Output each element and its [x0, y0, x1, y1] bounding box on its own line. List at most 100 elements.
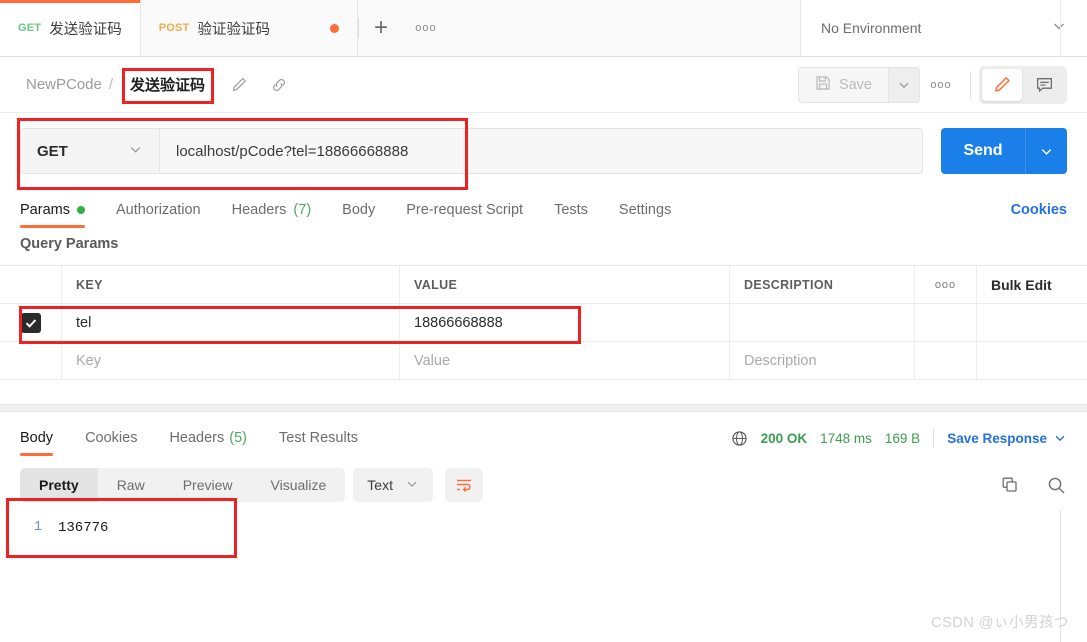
row-bulk-placeholder: [977, 304, 1087, 341]
status-code: 200 OK: [760, 430, 808, 446]
empty-row-options-placeholder: [915, 342, 977, 379]
request-tab-1[interactable]: POST 验证验证码: [140, 0, 358, 56]
save-response-button[interactable]: Save Response: [947, 431, 1067, 446]
save-button-label: Save: [838, 76, 872, 93]
new-tab-button[interactable]: +: [359, 0, 403, 56]
copy-icon[interactable]: [1000, 475, 1020, 495]
request-tab-strip: GET 发送验证码 POST 验证验证码 + ooo No Environmen…: [0, 0, 1087, 57]
tab-title: 发送验证码: [49, 21, 122, 38]
search-icon[interactable]: [1046, 475, 1067, 496]
empty-row-bulk-placeholder: [977, 342, 1087, 379]
view-mode-visualize[interactable]: Visualize: [252, 468, 346, 502]
tab-headers[interactable]: Headers (7): [232, 202, 312, 228]
response-splitter[interactable]: [0, 404, 1087, 412]
response-format-select[interactable]: Text: [353, 468, 433, 502]
line-number: 1: [33, 520, 42, 535]
param-value-input[interactable]: 18866668888: [414, 315, 503, 331]
cookies-link[interactable]: Cookies: [1011, 202, 1067, 228]
tab-options-icon[interactable]: ooo: [403, 0, 449, 56]
response-tab-test-results-label: Test Results: [279, 430, 358, 446]
param-enabled-checkbox[interactable]: [20, 312, 41, 333]
link-icon[interactable]: [270, 76, 288, 94]
row-checkbox-cell: [0, 304, 62, 341]
request-actions: Save ooo: [797, 57, 1087, 112]
row-options-placeholder: [915, 304, 977, 341]
response-tab-headers[interactable]: Headers (5): [169, 430, 247, 456]
request-tab-0[interactable]: GET 发送验证码: [0, 0, 141, 56]
url-bar-row: GET localhost/pCode?tel=18866668888 Send: [0, 114, 1087, 188]
chevron-down-icon: [1041, 148, 1052, 155]
save-icon: [815, 75, 831, 95]
bulk-edit-button[interactable]: Bulk Edit: [977, 266, 1087, 303]
chevron-down-icon: [899, 82, 909, 88]
new-param-key-input[interactable]: Key: [76, 353, 101, 369]
response-body[interactable]: 1 136776: [0, 506, 1087, 642]
url-input[interactable]: localhost/pCode?tel=18866668888: [160, 129, 922, 173]
new-param-value-input[interactable]: Value: [414, 353, 450, 369]
tab-params-label: Params: [20, 202, 70, 218]
word-wrap-icon[interactable]: [444, 468, 483, 502]
save-options-button[interactable]: [888, 66, 920, 103]
breadcrumb-bar: NewPCode / 发送验证码 Save ooo: [0, 57, 1087, 113]
response-tab-headers-count: (5): [229, 430, 247, 446]
breadcrumb-request-wrap: 发送验证码: [120, 71, 215, 98]
view-mode-toggle: [979, 65, 1067, 104]
tab-headers-count: (7): [293, 202, 312, 218]
send-group: Send: [941, 128, 1067, 174]
response-tab-cookies[interactable]: Cookies: [85, 430, 137, 456]
response-size: 169 B: [884, 430, 921, 446]
column-header-description: DESCRIPTION: [744, 277, 834, 292]
param-key-input[interactable]: tel: [76, 315, 91, 331]
tab-pre-request-script-label: Pre-request Script: [406, 202, 524, 218]
header-cell-checkbox: [0, 266, 62, 303]
tab-authorization-label: Authorization: [115, 202, 201, 218]
response-tab-cookies-label: Cookies: [85, 430, 138, 446]
table-row-empty: Key Value Description: [0, 342, 1087, 380]
tab-headers-label: Headers: [231, 202, 287, 218]
view-mode-pretty[interactable]: Pretty: [20, 468, 98, 502]
view-mode-preview[interactable]: Preview: [164, 468, 252, 502]
table-options-icon[interactable]: ooo: [915, 266, 977, 303]
code-line: 1 136776: [0, 506, 1087, 536]
view-mode-raw[interactable]: Raw: [98, 468, 164, 502]
tab-authorization[interactable]: Authorization: [116, 202, 201, 228]
response-view-mode-group: Pretty Raw Preview Visualize: [20, 468, 346, 502]
breadcrumb-separator: /: [108, 76, 114, 93]
tab-settings[interactable]: Settings: [619, 202, 671, 228]
tab-body-label: Body: [342, 202, 376, 218]
url-bar: GET localhost/pCode?tel=18866668888: [20, 128, 923, 174]
column-header-key: KEY: [76, 277, 103, 292]
response-time: 1748 ms: [820, 430, 872, 446]
column-header-value: VALUE: [414, 277, 458, 292]
pencil-icon[interactable]: [231, 76, 248, 93]
save-response-label: Save Response: [947, 430, 1047, 446]
send-options-button[interactable]: [1025, 128, 1067, 174]
send-button[interactable]: Send: [941, 128, 1025, 174]
breadcrumb-collection[interactable]: NewPCode: [26, 76, 102, 93]
response-tab-test-results[interactable]: Test Results: [279, 430, 358, 456]
new-param-description-input[interactable]: Description: [744, 353, 817, 369]
comment-button[interactable]: [1024, 69, 1064, 101]
divider: [1060, 0, 1061, 57]
postman-window: GET 发送验证码 POST 验证验证码 + ooo No Environmen…: [0, 0, 1087, 642]
http-method-select[interactable]: GET: [21, 129, 160, 173]
tab-method-badge: GET: [18, 22, 42, 34]
query-params-table: KEY VALUE DESCRIPTION ooo Bulk Edit tel …: [0, 265, 1087, 380]
globe-icon: [731, 430, 748, 447]
tab-pre-request-script[interactable]: Pre-request Script: [406, 202, 523, 228]
response-body-text: 136776: [58, 520, 109, 536]
edit-mode-button[interactable]: [982, 68, 1022, 101]
environment-selector[interactable]: No Environment: [801, 0, 1087, 56]
http-method-value: GET: [37, 142, 68, 160]
tab-params[interactable]: Params: [20, 202, 85, 228]
request-more-options-icon[interactable]: ooo: [920, 67, 962, 103]
tab-title: 验证验证码: [197, 21, 270, 38]
empty-row-checkbox-cell: [0, 342, 62, 379]
tab-tests[interactable]: Tests: [554, 202, 588, 228]
chevron-down-icon: [405, 477, 419, 494]
response-status-bar: 200 OK 1748 ms 169 B Save Response: [731, 429, 1067, 456]
response-tab-headers-label: Headers: [169, 430, 225, 446]
save-button[interactable]: Save: [797, 66, 888, 103]
response-tab-body[interactable]: Body: [20, 430, 54, 456]
tab-body[interactable]: Body: [342, 202, 375, 228]
